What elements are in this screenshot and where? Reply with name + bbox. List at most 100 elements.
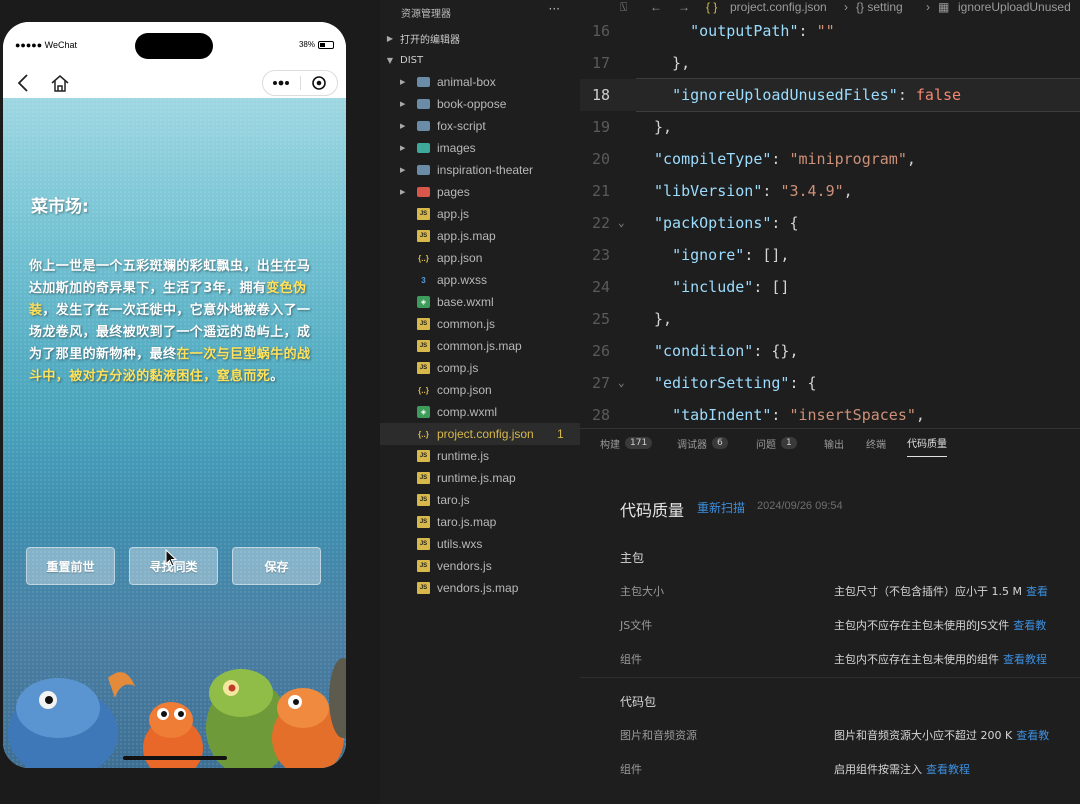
code-line[interactable]: 18 "ignoreUploadUnusedFiles": false xyxy=(580,79,1080,111)
folder-item[interactable]: ▶ inspiration-theater xyxy=(380,159,580,181)
panel-tab-label: 构建 xyxy=(600,439,620,451)
chevron-down-icon: ▼ xyxy=(386,55,394,65)
line-number: 22 xyxy=(591,214,610,232)
folder-icon xyxy=(417,77,430,87)
code-line[interactable]: 23 "ignore": [], xyxy=(580,239,1080,271)
breadcrumb-setting[interactable]: {} setting xyxy=(856,0,903,14)
folder-item[interactable]: ▶ images xyxy=(380,137,580,159)
breadcrumb-property[interactable]: ignoreUploadUnused xyxy=(958,0,1071,14)
panel-tab[interactable]: 调试器 6 xyxy=(677,429,728,457)
tree-item-label: runtime.js.map xyxy=(437,471,516,485)
json-file-icon: {..} xyxy=(418,253,429,263)
file-item[interactable]: {..} comp.json xyxy=(380,379,580,401)
code-text: }, xyxy=(654,118,673,136)
rule-desc-text: 主包内不应存在主包未使用的组件 xyxy=(834,653,999,666)
file-item[interactable]: JS vendors.js xyxy=(380,555,580,577)
file-item[interactable]: {..} app.json xyxy=(380,247,580,269)
code-line[interactable]: 16 "outputPath": "" xyxy=(580,15,1080,47)
file-item[interactable]: JS common.js xyxy=(380,313,580,335)
view-tutorial-link[interactable]: 查看 xyxy=(1026,585,1048,598)
forward-nav-icon[interactable]: → xyxy=(678,0,690,14)
panel-tab[interactable]: 代码质量 xyxy=(907,429,947,457)
code-line[interactable]: 26 "condition": {}, xyxy=(580,335,1080,367)
code-line[interactable]: 24 "include": [] xyxy=(580,271,1080,303)
panel-tab[interactable]: 构建 171 xyxy=(600,429,653,457)
back-nav-icon[interactable]: ← xyxy=(650,0,662,14)
code-line[interactable]: 25}, xyxy=(580,303,1080,335)
view-tutorial-link[interactable]: 查看教 xyxy=(1016,729,1049,742)
breadcrumb-separator: › xyxy=(844,0,848,14)
panel-tab-count: 171 xyxy=(625,437,653,449)
file-item[interactable]: {..} project.config.json 1 xyxy=(380,423,580,445)
code-text: "ignore": [], xyxy=(672,246,790,264)
home-icon[interactable] xyxy=(49,72,71,94)
folder-item[interactable]: ▶ pages xyxy=(380,181,580,203)
view-tutorial-link[interactable]: 查看教程 xyxy=(926,763,970,776)
view-tutorial-link[interactable]: 查看教 xyxy=(1013,619,1046,632)
file-item[interactable]: JS comp.js xyxy=(380,357,580,379)
reset-past-life-button[interactable]: 重置前世 xyxy=(26,547,115,585)
explorer-more-icon[interactable]: ··· xyxy=(549,2,560,16)
more-options-button[interactable] xyxy=(263,71,300,95)
tree-item-label: runtime.js xyxy=(437,449,490,463)
panel-tab[interactable]: 终端 xyxy=(866,429,886,457)
file-item[interactable]: ◈ base.wxml xyxy=(380,291,580,313)
back-arrow-icon[interactable] xyxy=(13,72,35,94)
folder-item[interactable]: ▶ animal-box xyxy=(380,71,580,93)
view-tutorial-link[interactable]: 查看教程 xyxy=(1003,653,1047,666)
file-item[interactable]: JS runtime.js.map xyxy=(380,467,580,489)
mouse-cursor-icon xyxy=(165,549,178,567)
file-item[interactable]: JS app.js.map xyxy=(380,225,580,247)
panel-tab-label: 代码质量 xyxy=(907,439,947,450)
breadcrumb-file[interactable]: project.config.json xyxy=(730,0,827,14)
code-line[interactable]: 17 }, xyxy=(580,47,1080,79)
code-text: }, xyxy=(654,54,691,72)
quality-rule-label: JS文件 xyxy=(620,619,653,632)
folder-item[interactable]: ▶ book-oppose xyxy=(380,93,580,115)
file-item[interactable]: JS taro.js.map xyxy=(380,511,580,533)
home-indicator xyxy=(123,756,227,760)
file-item[interactable]: ◈ comp.wxml xyxy=(380,401,580,423)
rescan-link[interactable]: 重新扫描 xyxy=(697,499,745,516)
code-line[interactable]: 19}, xyxy=(580,111,1080,143)
fold-chevron-icon[interactable]: ⌄ xyxy=(618,367,625,399)
tree-item-label: comp.wxml xyxy=(437,405,498,419)
property-icon: ▦ xyxy=(938,0,950,14)
chevron-right-icon: ▶ xyxy=(400,79,406,86)
code-line[interactable]: 22 ⌄ "packOptions": { xyxy=(580,207,1080,239)
code-line[interactable]: 20 "compileType": "miniprogram", xyxy=(580,143,1080,175)
tree-item-label: taro.js xyxy=(437,493,470,507)
file-item[interactable]: JS app.js xyxy=(380,203,580,225)
dist-section[interactable]: ▼ DIST xyxy=(380,50,580,70)
code-line[interactable]: 21 "libVersion": "3.4.9", xyxy=(580,175,1080,207)
file-item[interactable]: JS utils.wxs xyxy=(380,533,580,555)
code-line[interactable]: 28 "tabIndent": "insertSpaces", xyxy=(580,399,1080,428)
panel-tab[interactable]: 输出 xyxy=(824,429,844,457)
code-line[interactable]: 27 ⌄ "editorSetting": { xyxy=(580,367,1080,399)
file-item[interactable]: JS vendors.js.map xyxy=(380,577,580,599)
dynamic-island xyxy=(135,33,213,59)
code-text: "include": [] xyxy=(672,278,790,296)
js-file-icon: JS xyxy=(417,582,430,594)
quality-rule-label: 组件 xyxy=(620,653,642,666)
code-text: "compileType": "miniprogram", xyxy=(654,150,916,168)
folder-item[interactable]: ▶ fox-script xyxy=(380,115,580,137)
tree-item-label: app.js.map xyxy=(437,229,496,243)
json-file-icon: {..} xyxy=(418,385,429,395)
tree-item-label: utils.wxs xyxy=(437,537,483,551)
file-item[interactable]: 3 app.wxss xyxy=(380,269,580,291)
open-editors-section[interactable]: ▶ 打开的编辑器 xyxy=(380,28,580,48)
save-button[interactable]: 保存 xyxy=(232,547,321,585)
quality-rule-label: 主包大小 xyxy=(620,585,664,598)
fold-chevron-icon[interactable]: ⌄ xyxy=(618,207,625,239)
tree-item-label: fox-script xyxy=(437,119,486,133)
file-item[interactable]: JS taro.js xyxy=(380,489,580,511)
file-item[interactable]: JS runtime.js xyxy=(380,445,580,467)
chevron-right-icon: ▶ xyxy=(400,123,406,130)
file-item[interactable]: JS common.js.map xyxy=(380,335,580,357)
close-miniprogram-button[interactable] xyxy=(301,71,338,95)
tree-item-label: app.js xyxy=(437,207,470,221)
code-text: "packOptions": { xyxy=(654,214,799,232)
tree-item-label: images xyxy=(437,141,476,155)
panel-tab[interactable]: 问题 1 xyxy=(756,429,797,457)
